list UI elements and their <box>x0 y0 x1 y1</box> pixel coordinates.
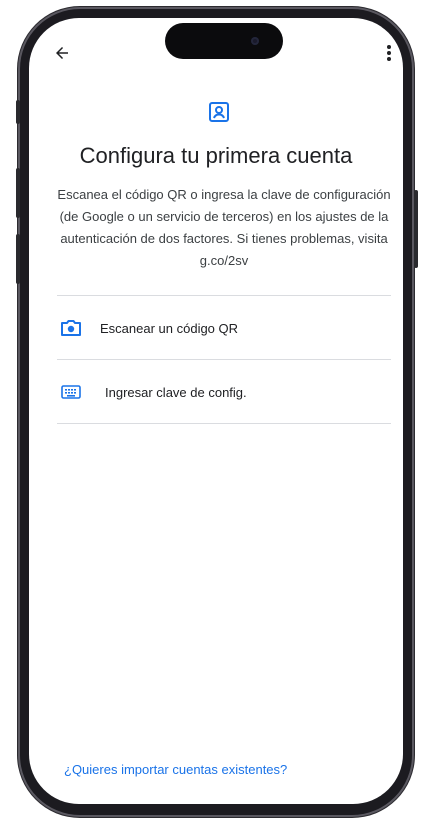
app-screen: Configura tu primera cuenta Escanea el c… <box>29 18 403 804</box>
phone-side-button <box>16 100 20 124</box>
page-description: Escanea el código QR o ingresa la clave … <box>57 187 391 268</box>
scan-qr-option[interactable]: Escanear un código QR <box>29 297 403 359</box>
front-camera <box>251 37 259 45</box>
divider <box>57 359 391 360</box>
enter-setup-key-option[interactable]: Ingresar clave de config. <box>29 361 403 423</box>
enter-setup-key-label: Ingresar clave de config. <box>105 384 247 400</box>
dynamic-island <box>165 23 283 59</box>
phone-volume-up-button <box>16 168 20 218</box>
phone-power-button <box>414 190 418 268</box>
arrow-back-icon <box>56 47 68 59</box>
divider <box>57 295 391 296</box>
back-button[interactable] <box>49 40 75 66</box>
camera-icon <box>61 320 81 336</box>
scan-qr-label: Escanear un código QR <box>100 320 239 336</box>
page-title: Configura tu primera cuenta <box>79 143 353 168</box>
phone-volume-down-button <box>16 234 20 284</box>
overflow-menu-button[interactable] <box>379 40 399 66</box>
keyboard-icon <box>61 385 81 399</box>
account-box-icon <box>209 102 229 122</box>
more-vert-icon <box>387 45 391 61</box>
divider <box>57 423 391 424</box>
import-accounts-link[interactable]: ¿Quieres importar cuentas existentes? <box>64 762 287 777</box>
